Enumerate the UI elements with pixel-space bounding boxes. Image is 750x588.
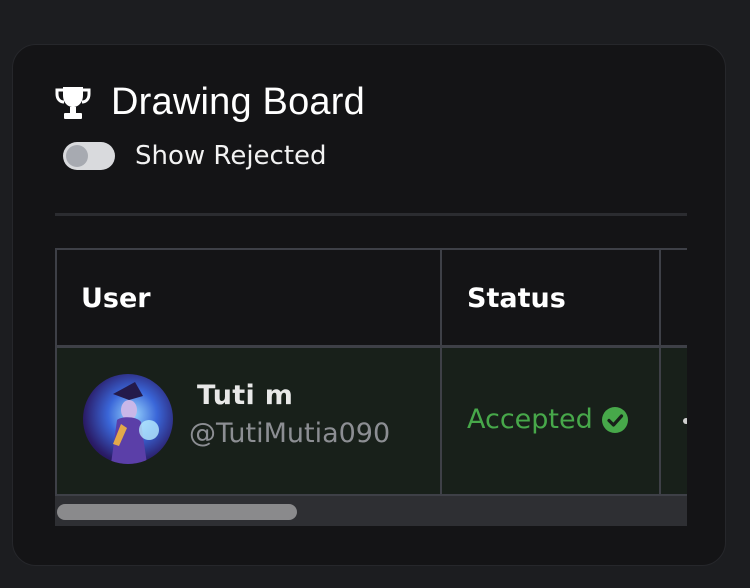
card-header: Drawing Board — [53, 81, 365, 124]
avatar-image — [111, 382, 159, 464]
avatar[interactable] — [83, 374, 173, 464]
column-divider — [440, 248, 442, 496]
user-name[interactable]: Tuti m — [197, 380, 293, 411]
show-rejected-toggle[interactable] — [63, 142, 115, 170]
horizontal-scrollbar[interactable] — [55, 496, 687, 526]
column-header-status[interactable]: Status — [467, 250, 566, 347]
table-left-border — [55, 248, 57, 496]
show-rejected-label: Show Rejected — [135, 141, 327, 171]
trophy-icon — [55, 86, 91, 119]
column-divider — [659, 248, 661, 496]
column-header-user[interactable]: User — [81, 250, 151, 347]
status-badge: Accepted — [467, 404, 629, 435]
table-header: User Status — [55, 248, 687, 348]
page-title: Drawing Board — [111, 81, 365, 123]
check-circle-icon — [601, 406, 628, 433]
table-row[interactable]: Tuti m @TutiMutia090 Accepted — [55, 348, 687, 496]
user-handle[interactable]: @TutiMutia090 — [189, 418, 390, 449]
submissions-table: User Status Tuti m @TutiMutia090 Accepte… — [55, 248, 687, 526]
show-rejected-filter: Show Rejected — [63, 141, 327, 171]
truncated-cell-content — [683, 418, 687, 424]
drawing-board-card: Drawing Board Show Rejected User Status — [12, 44, 726, 566]
scrollbar-thumb[interactable] — [57, 504, 297, 520]
header-divider — [55, 213, 687, 216]
status-text: Accepted — [467, 404, 593, 435]
toggle-knob — [66, 145, 88, 167]
